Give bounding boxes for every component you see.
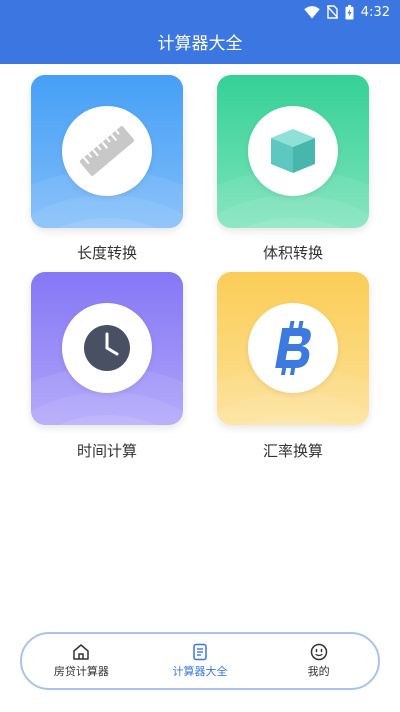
home-icon: [73, 644, 90, 660]
smile-icon: [310, 643, 327, 661]
volume-convert-label[interactable]: 体积转换: [217, 242, 369, 263]
length-convert-card[interactable]: [31, 75, 183, 228]
tab-mortgage-calculator[interactable]: 房贷计算器: [22, 634, 141, 688]
battery-charging-icon: [345, 4, 354, 19]
volume-convert-card[interactable]: [217, 75, 369, 228]
status-bar: 4:32: [0, 0, 400, 24]
no-sim-icon: [326, 5, 338, 19]
icon-circle: [248, 106, 338, 196]
tab-calculator-collection[interactable]: 计算器大全: [141, 634, 260, 688]
icon-circle: [248, 303, 338, 393]
time-calc-card[interactable]: [31, 272, 183, 425]
clock-icon: [84, 325, 130, 371]
tab-label: 计算器大全: [172, 665, 228, 678]
status-time: 4:32: [360, 4, 390, 20]
tab-label: 房贷计算器: [53, 665, 109, 678]
length-convert-label[interactable]: 长度转换: [31, 242, 183, 263]
exchange-rate-label[interactable]: 汇率换算: [217, 440, 369, 461]
wifi-icon: [304, 5, 320, 18]
time-calc-label[interactable]: 时间计算: [31, 440, 183, 461]
icon-circle: [62, 106, 152, 196]
ruler-icon: [79, 126, 135, 176]
cube-icon: [271, 129, 315, 173]
page-title: 计算器大全: [0, 24, 400, 64]
bitcoin-icon: [275, 321, 311, 375]
status-icons: 4:32: [304, 3, 390, 21]
bottom-tab-bar: 房贷计算器 计算器大全 我的: [20, 632, 380, 690]
icon-circle: [62, 303, 152, 393]
list-icon: [193, 643, 207, 661]
tab-mine[interactable]: 我的: [259, 634, 378, 688]
tab-label: 我的: [307, 665, 330, 678]
exchange-rate-card[interactable]: [217, 272, 369, 425]
